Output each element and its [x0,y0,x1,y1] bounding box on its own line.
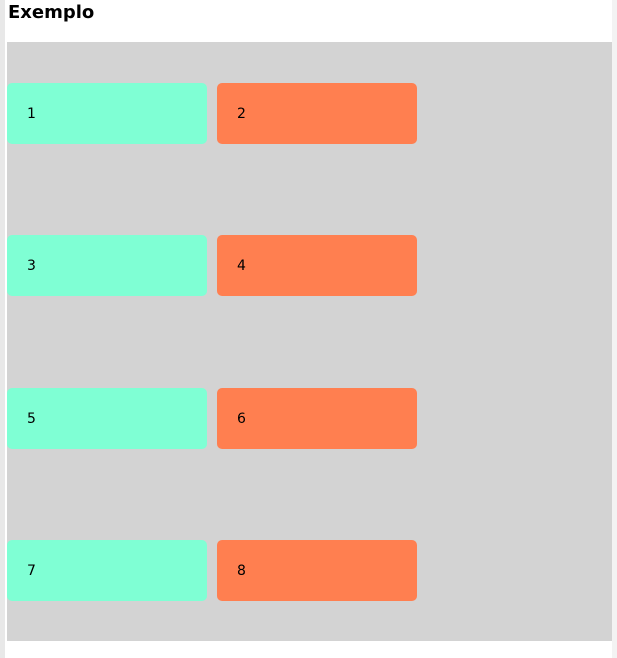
window-right-edge [612,0,617,658]
item-box-5: 5 [7,388,207,449]
item-box-7: 7 [7,540,207,601]
item-box-8: 8 [217,540,417,601]
item-box-3: 3 [7,235,207,296]
item-box-2: 2 [217,83,417,144]
window-left-edge [0,0,5,658]
flex-container: 1 2 3 4 5 6 7 8 [7,42,612,641]
item-box-4: 4 [217,235,417,296]
item-box-6: 6 [217,388,417,449]
item-box-1: 1 [7,83,207,144]
page-title: Exemplo [8,2,95,23]
